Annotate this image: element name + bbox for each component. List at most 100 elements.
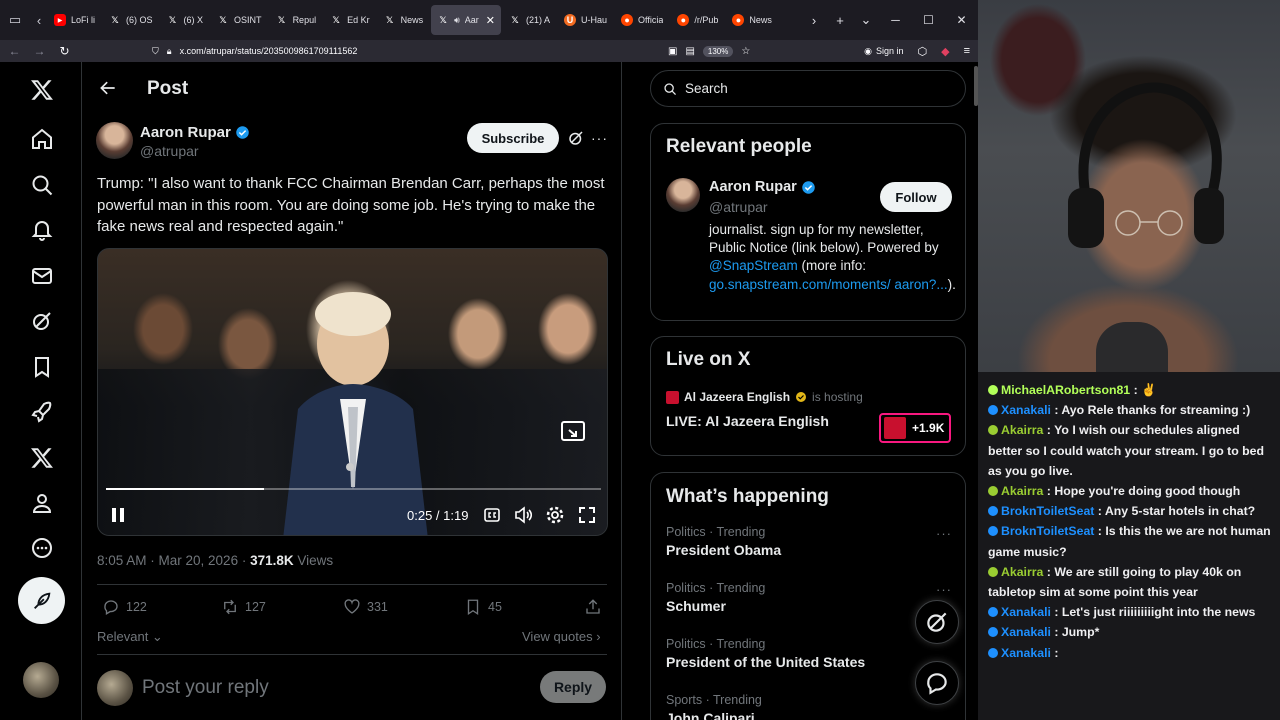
bookmarks-icon[interactable] bbox=[28, 353, 56, 381]
rocket-icon[interactable] bbox=[28, 398, 56, 426]
reload-icon[interactable]: ↻ bbox=[52, 44, 77, 58]
notifications-bell-icon[interactable] bbox=[28, 216, 56, 244]
video-player[interactable]: 0:25 / 1:19 bbox=[97, 248, 608, 536]
fullscreen-icon[interactable] bbox=[578, 506, 596, 524]
live-listeners-badge[interactable]: +1.9K bbox=[879, 413, 951, 443]
maximize-icon[interactable]: ☐ bbox=[912, 13, 945, 27]
pause-icon[interactable] bbox=[110, 506, 126, 524]
relevant-person-name-text[interactable]: Aaron Rupar bbox=[709, 179, 797, 195]
repost-action[interactable]: 127 bbox=[221, 598, 266, 616]
tab-list-chevron-icon[interactable]: ⌄ bbox=[853, 12, 879, 28]
video-progress-bar[interactable] bbox=[106, 488, 601, 490]
trend-more-icon[interactable]: ··· bbox=[936, 526, 952, 541]
volume-icon[interactable] bbox=[514, 506, 532, 524]
reply-button[interactable]: Reply bbox=[540, 671, 606, 703]
browser-tab[interactable]: 𝕏 Ed Kr bbox=[324, 5, 376, 35]
extension-badge-icon[interactable]: ◆ bbox=[941, 45, 949, 58]
picture-in-picture-icon[interactable] bbox=[561, 421, 585, 443]
like-action[interactable]: 331 bbox=[343, 598, 388, 616]
relevant-person-name[interactable]: Aaron Rupar bbox=[709, 179, 816, 195]
grok-icon[interactable] bbox=[28, 307, 56, 335]
captions-icon[interactable] bbox=[484, 508, 500, 522]
reader-view-icon[interactable]: ▤ bbox=[685, 46, 694, 57]
home-icon[interactable] bbox=[28, 125, 56, 153]
author-handle[interactable]: @atrupar bbox=[140, 143, 199, 159]
messages-mail-icon[interactable] bbox=[28, 262, 56, 290]
compose-post-button[interactable] bbox=[18, 577, 65, 624]
reply-sort-dropdown[interactable]: Relevant ⌄ bbox=[97, 629, 163, 645]
back-arrow-icon[interactable] bbox=[98, 78, 118, 98]
browser-tab[interactable]: 𝕏 (6) X bbox=[161, 5, 210, 35]
explore-search-icon[interactable] bbox=[28, 171, 56, 199]
chat-username[interactable]: Akairra bbox=[1001, 565, 1043, 579]
account-avatar[interactable] bbox=[23, 662, 59, 698]
reply-input[interactable]: Post your reply bbox=[142, 677, 269, 699]
bio-mention-link[interactable]: @SnapStream bbox=[709, 258, 798, 273]
trend-item[interactable]: Politics · Trending President of the Unit… bbox=[666, 637, 865, 670]
settings-gear-icon[interactable] bbox=[546, 506, 564, 524]
grok-icon[interactable] bbox=[567, 129, 585, 147]
reply-action[interactable]: 122 bbox=[102, 598, 147, 616]
chat-username[interactable]: Akairra bbox=[1001, 423, 1043, 437]
relevant-person-avatar[interactable] bbox=[666, 178, 700, 212]
url-text[interactable]: x.com/atrupar/status/2035009861709111562 bbox=[180, 46, 358, 56]
trend-item[interactable]: Politics · Trending Schumer bbox=[666, 581, 765, 614]
profile-icon[interactable] bbox=[28, 489, 56, 517]
bookmark-star-icon[interactable]: ☆ bbox=[741, 46, 750, 57]
tab-close-icon[interactable]: ✕ bbox=[486, 14, 495, 27]
chat-username[interactable]: Xanakali bbox=[1001, 625, 1051, 639]
tabs-scroll-left-icon[interactable]: ‹ bbox=[30, 0, 48, 40]
chat-username[interactable]: Xanakali bbox=[1001, 646, 1051, 660]
browser-tab[interactable]: ● News bbox=[726, 5, 778, 35]
menu-icon[interactable]: ≡ bbox=[964, 45, 970, 57]
author-name-text[interactable]: Aaron Rupar bbox=[140, 124, 231, 141]
shield-icon[interactable]: ⛉ bbox=[152, 46, 159, 57]
minimize-icon[interactable]: ─ bbox=[879, 13, 912, 27]
browser-tab[interactable]: 𝕏 (21) A bbox=[503, 5, 556, 35]
subscribe-button[interactable]: Subscribe bbox=[467, 123, 559, 153]
trend-more-icon[interactable]: ··· bbox=[936, 582, 952, 597]
follow-button[interactable]: Follow bbox=[880, 182, 952, 212]
bookmark-action[interactable]: 45 bbox=[464, 598, 502, 616]
back-icon[interactable]: ← bbox=[2, 44, 27, 58]
address-bar[interactable]: ⛉ 🔒︎ x.com/atrupar/status/20350098617091… bbox=[152, 40, 357, 62]
browser-tab[interactable]: 𝕏 Repul bbox=[270, 5, 323, 35]
tabs-scroll-right-icon[interactable]: › bbox=[801, 13, 827, 28]
trend-item[interactable]: Sports · Trending John Calipari bbox=[666, 693, 762, 720]
browser-tab[interactable]: 𝕏 OSINT bbox=[211, 5, 268, 35]
browser-tab[interactable]: 𝕏 🔊︎ Aar ✕ bbox=[431, 5, 502, 35]
chat-username[interactable]: Akairra bbox=[1001, 484, 1043, 498]
chat-username[interactable]: BroknToiletSeat bbox=[1001, 504, 1094, 518]
browser-tab[interactable]: ▶ LoFi li bbox=[48, 5, 101, 35]
new-tab-icon[interactable]: + bbox=[827, 13, 853, 28]
trend-item[interactable]: Politics · Trending President Obama bbox=[666, 525, 781, 558]
messages-floating-button[interactable] bbox=[915, 661, 959, 705]
post-timestamp[interactable]: 8:05 AM · Mar 20, 2026 · bbox=[97, 553, 250, 568]
speaker-icon[interactable]: 🔊︎ bbox=[454, 15, 460, 26]
grok-floating-button[interactable] bbox=[915, 600, 959, 644]
browser-tab[interactable]: 𝕏 News bbox=[378, 5, 430, 35]
chat-username[interactable]: BroknToiletSeat bbox=[1001, 524, 1094, 538]
chat-username[interactable]: Xanakali bbox=[1001, 605, 1051, 619]
author-name[interactable]: Aaron Rupar bbox=[140, 124, 250, 141]
view-quotes-link[interactable]: View quotes › bbox=[522, 629, 601, 644]
chat-username[interactable]: Xanakali bbox=[1001, 403, 1051, 417]
image-icon[interactable]: ▣ bbox=[668, 46, 677, 57]
window-close-icon[interactable]: ✕ bbox=[945, 13, 978, 27]
bio-url-link[interactable]: go.snapstream.com/moments/ aaron?... bbox=[709, 277, 948, 292]
browser-tab[interactable]: 𝕏 (6) OS bbox=[103, 5, 159, 35]
search-input[interactable]: Search bbox=[650, 70, 966, 107]
more-circle-icon[interactable] bbox=[28, 534, 56, 562]
author-avatar[interactable] bbox=[96, 122, 133, 159]
relevant-person-handle[interactable]: @atrupar bbox=[709, 199, 768, 215]
tab-overview-icon[interactable]: ▭ bbox=[0, 0, 30, 40]
browser-tab[interactable]: ● Officia bbox=[615, 5, 669, 35]
browser-tab[interactable]: U U-Hau bbox=[558, 5, 613, 35]
chat-username[interactable]: MichaelARobertson81 bbox=[1001, 383, 1130, 397]
live-stream-title[interactable]: LIVE: Al Jazeera English bbox=[666, 413, 829, 429]
more-options-icon[interactable]: ··· bbox=[591, 130, 608, 146]
forward-icon[interactable]: → bbox=[27, 44, 52, 58]
extensions-icon[interactable]: ⬡ bbox=[918, 45, 928, 58]
browser-tab[interactable]: ● /r/Pub bbox=[671, 5, 724, 35]
x-logo-icon[interactable] bbox=[28, 76, 56, 104]
